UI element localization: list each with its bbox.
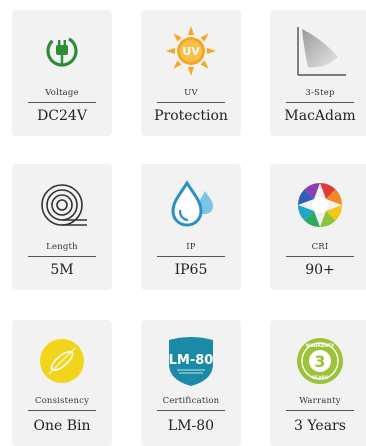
uv-text: UV xyxy=(182,45,200,58)
divider xyxy=(286,102,354,103)
feature-card-length: Length 5M xyxy=(12,164,112,290)
feature-value: DC24V xyxy=(37,108,87,124)
feature-card-macadam: 3-Step MacAdam xyxy=(270,10,366,136)
feature-value: Protection xyxy=(154,108,228,124)
feature-card-certification: LM-80 Certification LM-80 xyxy=(141,320,241,446)
divider xyxy=(28,102,96,103)
feature-label: Consistency xyxy=(34,396,90,406)
water-drop-icon xyxy=(141,174,241,236)
divider xyxy=(157,256,225,257)
feature-value: MacAdam xyxy=(284,108,356,124)
feature-label: 3-Step xyxy=(305,88,335,98)
warranty-badge-icon: 3 WARRANTY YEARS xyxy=(270,330,366,392)
feature-label: Voltage xyxy=(45,88,79,98)
divider xyxy=(28,256,96,257)
feature-card-consistency: Consistency One Bin xyxy=(12,320,112,446)
feature-label: IP xyxy=(186,242,196,252)
feature-value: 5M xyxy=(50,262,74,278)
warranty-number: 3 xyxy=(314,352,325,371)
coil-icon xyxy=(12,174,112,236)
feature-label: CRI xyxy=(311,242,329,252)
divider xyxy=(286,256,354,257)
feature-card-uv: UV UV Protection xyxy=(141,10,241,136)
macadam-ellipse-icon xyxy=(270,20,366,82)
feature-card-ip: IP IP65 xyxy=(141,164,241,290)
color-aperture-icon xyxy=(270,174,366,236)
divider xyxy=(157,102,225,103)
divider xyxy=(286,410,354,411)
feature-label: Certification xyxy=(162,396,220,406)
lm80-text: LM-80 xyxy=(169,353,214,368)
feature-label: Length xyxy=(46,242,78,252)
feature-card-voltage: Voltage DC24V xyxy=(12,10,112,136)
feature-value: 90+ xyxy=(305,262,335,278)
warranty-bottom-text: YEARS xyxy=(311,375,329,381)
divider xyxy=(157,410,225,411)
feature-value: LM-80 xyxy=(167,418,215,434)
plug-icon xyxy=(12,20,112,82)
feature-value: IP65 xyxy=(174,262,208,278)
feature-value: 3 Years xyxy=(294,418,346,434)
uv-sun-icon: UV xyxy=(141,20,241,82)
feature-label: UV xyxy=(184,88,198,98)
bin-ellipse-icon xyxy=(12,330,112,392)
feature-value: One Bin xyxy=(33,418,91,434)
feature-card-cri: CRI 90+ xyxy=(270,164,366,290)
lm80-badge-icon: LM-80 xyxy=(141,330,241,392)
warranty-top-text: WARRANTY xyxy=(306,343,335,349)
feature-card-warranty: 3 WARRANTY YEARS Warranty 3 Years xyxy=(270,320,366,446)
feature-label: Warranty xyxy=(299,396,341,406)
divider xyxy=(28,410,96,411)
